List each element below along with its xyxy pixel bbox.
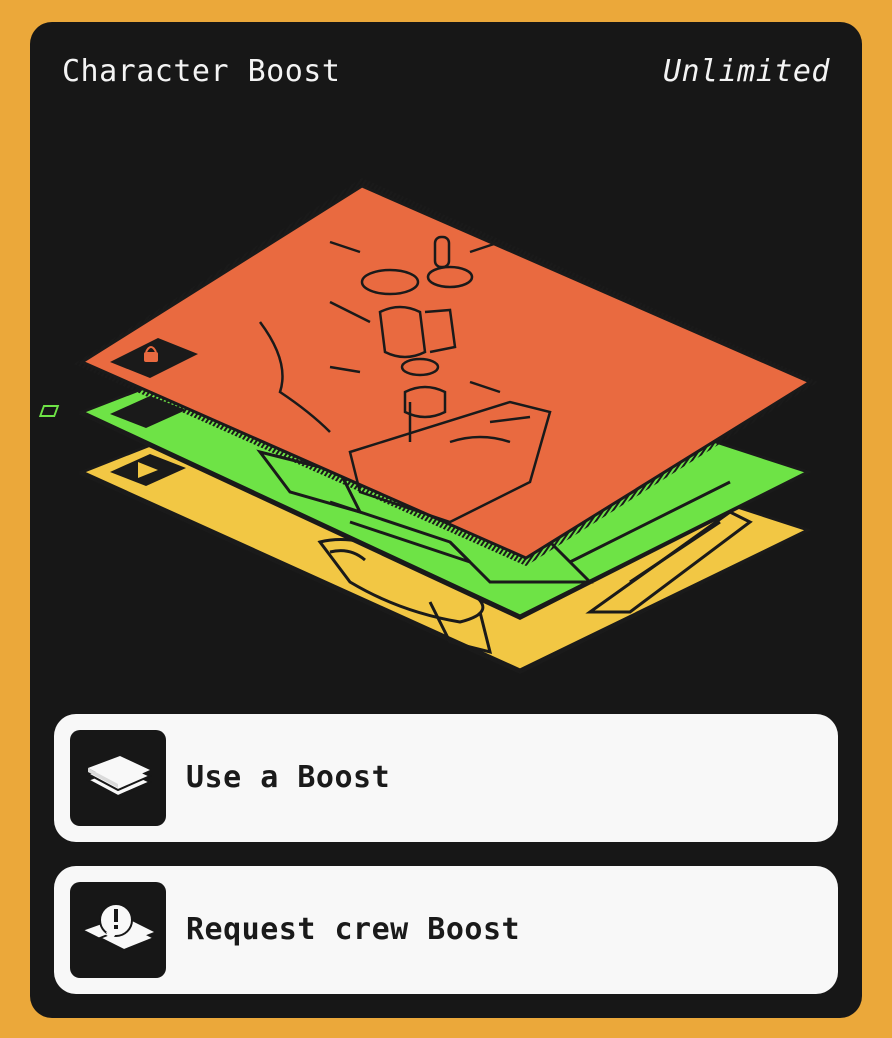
panel-header: Character Boost Unlimited <box>62 52 830 92</box>
use-boost-label: Use a Boost <box>186 760 391 795</box>
boost-layers-illustration <box>38 178 818 674</box>
use-boost-icon-box <box>70 730 166 826</box>
boost-panel: Character Boost Unlimited Use a Boost Re… <box>30 22 862 1018</box>
use-boost-button[interactable]: Use a Boost <box>54 714 838 842</box>
card-stack-icon <box>85 756 153 798</box>
request-crew-boost-button[interactable]: Request crew Boost <box>54 866 838 994</box>
card-request-icon <box>79 903 157 952</box>
boost-limit: Unlimited <box>662 54 830 89</box>
request-boost-label: Request crew Boost <box>186 912 521 947</box>
request-boost-icon-box <box>70 882 166 978</box>
panel-title: Character Boost <box>62 54 341 89</box>
chip-icon <box>38 405 60 417</box>
